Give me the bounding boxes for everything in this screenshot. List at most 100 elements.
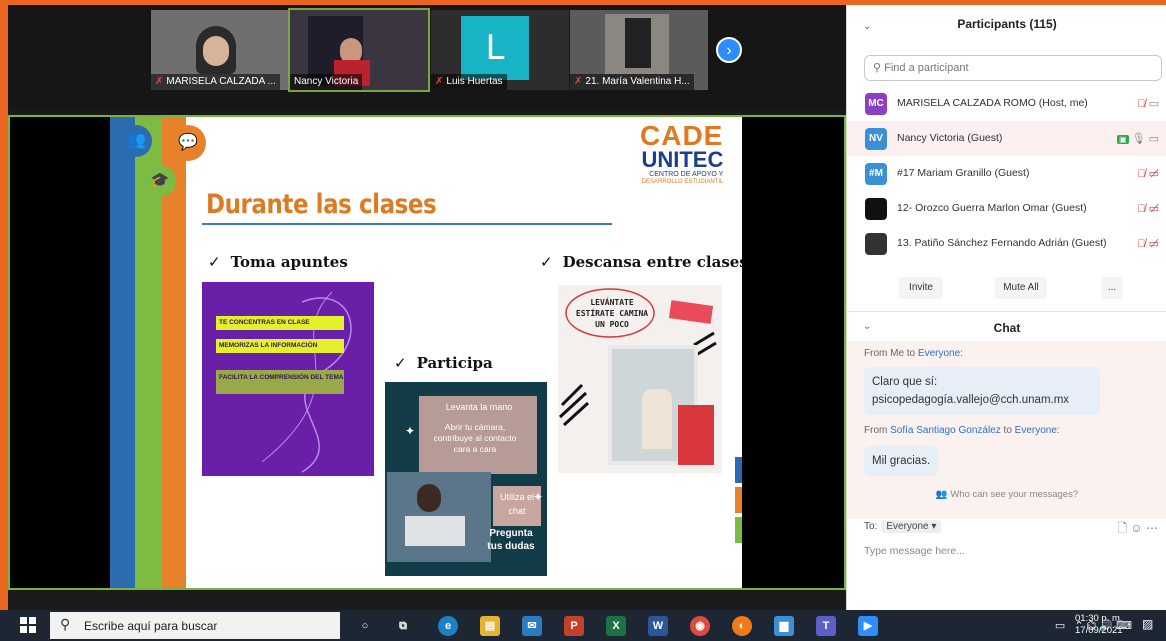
logo-subtitle: CENTRO DE APOYO Y xyxy=(649,171,724,178)
video-area: ✗ MARISELA CALZADA ... Nancy Victoria L ✗… xyxy=(8,5,846,610)
excel-icon[interactable]: X xyxy=(606,616,626,636)
mic-muted-icon: 🎙̸ xyxy=(1137,238,1146,250)
video-strip: ✗ MARISELA CALZADA ... Nancy Victoria L ✗… xyxy=(8,5,846,110)
windows-taskbar: ⚲ Escribe aquí para buscar ○ ⧉ e ▤ ✉ P X… xyxy=(0,610,1166,641)
message-header: From Sofía Santiago González to Everyone… xyxy=(864,425,1060,436)
sparkle-icon: ✦ xyxy=(533,490,544,504)
participant-name: 13. Patiño Sánchez Fernando Adrián (Gues… xyxy=(897,237,1107,249)
clock-date: 17/09/2021 xyxy=(1075,625,1123,636)
participant-face xyxy=(203,36,229,66)
highlight-1: TE CONCENTRAS EN CLASE xyxy=(216,316,344,330)
store-icon[interactable]: ▤ xyxy=(480,616,500,636)
chrome-icon[interactable]: ◉ xyxy=(690,616,710,636)
edge-icon[interactable]: e xyxy=(438,616,458,636)
file-explorer-icon[interactable]: ▆ xyxy=(774,616,794,636)
avatar-initial: L xyxy=(461,16,529,80)
who-can-see-link[interactable]: 👥 Who can see your messages? xyxy=(847,489,1166,500)
slide-title: Durante las clases xyxy=(206,189,437,220)
participant-status: 🎙̸ ▭ xyxy=(1137,97,1159,110)
more-icon[interactable]: ⋯ xyxy=(1146,521,1158,535)
participant-search-input[interactable]: ⚲ Find a participant xyxy=(864,55,1162,81)
screen-share: 👥 💬 🎓 CADE UNITEC CENTRO DE APOYO Y DESA… xyxy=(8,115,846,590)
graduation-cap-icon: 🎓 xyxy=(144,165,176,197)
mail-icon[interactable]: ✉ xyxy=(522,616,542,636)
screen-share-icon: ▣ xyxy=(1116,135,1129,144)
participant-name: Nancy Victoria (Guest) xyxy=(897,132,1003,144)
logo-unitec: UNITEC xyxy=(641,147,724,172)
video-thumb-marisela[interactable]: ✗ MARISELA CALZADA ... xyxy=(151,10,289,90)
participant-status: 🎙̸ ▭̸ xyxy=(1137,167,1159,180)
photo-person xyxy=(417,484,441,512)
video-off-icon: ▭̸ xyxy=(1148,238,1159,250)
mic-muted-icon: 🎙̸ xyxy=(1137,168,1146,180)
bullet-descansa: ✓ Descansa entre clases xyxy=(540,253,742,271)
firefox-icon[interactable]: ◐ xyxy=(732,616,752,636)
bullet-toma-apuntes: ✓ Toma apuntes xyxy=(208,253,348,271)
mic-muted-icon: ✗ xyxy=(574,76,583,87)
red-shape xyxy=(678,405,714,465)
chat-title: Chat xyxy=(993,321,1021,335)
battery-icon[interactable]: ▭ xyxy=(1055,620,1065,632)
logo-subtitle-2: DESARROLLO ESTUDIANTIL xyxy=(641,179,724,185)
logo-cade: CADE xyxy=(640,120,724,151)
photo-laptop xyxy=(405,516,465,546)
video-thumb-maria[interactable]: ✗ 21. María Valentina H... xyxy=(570,10,708,90)
search-icon: ⚲ xyxy=(873,62,885,74)
stretching-person xyxy=(642,389,672,449)
chat-tools: 🗋 ☺ ⋯ xyxy=(1117,519,1158,540)
zoom-icon[interactable]: ▶ xyxy=(858,616,878,636)
recipient-select[interactable]: Everyone ▾ xyxy=(881,520,942,533)
file-icon[interactable]: 🗋 xyxy=(1117,521,1127,535)
participant-row[interactable]: #M #17 Mariam Granillo (Guest) 🎙̸ ▭̸ xyxy=(847,156,1166,191)
edge-mark-blue xyxy=(735,457,742,483)
taskbar-clock[interactable]: 01:30 p. m. 17/09/2021 xyxy=(1075,613,1123,637)
mic-muted-icon: 🎙̸ xyxy=(1137,98,1146,110)
chat-bubble-icon: 💬 xyxy=(170,125,206,161)
edge-mark-green xyxy=(735,517,742,543)
chat-input[interactable]: Type message here... xyxy=(864,545,965,557)
participant-row[interactable]: 12- Orozco Guerra Marlon Omar (Guest) 🎙̸… xyxy=(847,191,1166,226)
windows-start-icon[interactable] xyxy=(20,617,36,633)
avatar xyxy=(865,233,887,255)
participant-row[interactable]: 13. Patiño Sánchez Fernando Adrián (Gues… xyxy=(847,226,1166,261)
student-laptop-photo xyxy=(387,472,491,562)
video-thumb-nancy[interactable]: Nancy Victoria xyxy=(288,8,430,92)
avatar: NV xyxy=(865,128,887,150)
participant-row[interactable]: NV Nancy Victoria (Guest) ▣ 🎙 ▭ xyxy=(847,121,1166,156)
search-icon: ⚲ xyxy=(60,616,71,632)
powerpoint-icon[interactable]: P xyxy=(564,616,584,636)
video-thumb-luis[interactable]: L ✗ Luis Huertas xyxy=(431,10,569,90)
tip-levanta: Levanta la mano xyxy=(445,402,513,412)
notifications-icon[interactable]: ▨ xyxy=(1142,617,1158,633)
tip-pregunta: Pregunta tus dudas xyxy=(487,528,535,552)
avatar: #M xyxy=(865,163,887,185)
bullet-participa: ✓ Participa xyxy=(394,354,493,372)
next-page-icon[interactable]: › xyxy=(716,37,742,63)
word-icon[interactable]: W xyxy=(648,616,668,636)
people-icon: 👥 xyxy=(935,489,951,500)
chat-message-bubble: Mil gracias. xyxy=(864,446,939,476)
mute-all-button[interactable]: Mute All xyxy=(995,277,1047,299)
participant-figure xyxy=(625,18,651,68)
avatar xyxy=(865,198,887,220)
tip-abrir: Abrir tu cámara, contribuye al contacto … xyxy=(433,422,517,454)
task-view-icon[interactable]: ⧉ xyxy=(393,616,413,636)
slide-stripe-blue xyxy=(110,117,135,588)
participant-name: #17 Mariam Granillo (Guest) xyxy=(897,167,1030,179)
recipient-row: To: Everyone ▾ xyxy=(864,520,942,533)
mic-muted-icon: ✗ xyxy=(435,76,444,87)
break-graphic: LEVÁNTATE ESTÍRATE CAMINA UN POCO xyxy=(558,285,722,473)
taskbar-search[interactable]: ⚲ Escribe aquí para buscar xyxy=(50,612,340,639)
participant-row[interactable]: MC MARISELA CALZADA ROMO (Host, me) 🎙̸ ▭ xyxy=(847,86,1166,121)
mic-icon: 🎙 xyxy=(1131,133,1146,145)
avatar: MC xyxy=(865,93,887,115)
invite-button[interactable]: Invite xyxy=(899,277,943,299)
cortana-icon[interactable]: ○ xyxy=(355,616,375,636)
teams-icon[interactable]: T xyxy=(816,616,836,636)
mic-muted-icon: 🎙̸ xyxy=(1137,203,1146,215)
more-options-button[interactable]: ... xyxy=(1101,277,1123,299)
participant-name: MARISELA CALZADA ROMO (Host, me) xyxy=(897,97,1088,109)
check-icon: ✓ xyxy=(208,253,221,271)
emoji-icon[interactable]: ☺ xyxy=(1130,521,1142,535)
message-line: psicopedagogía.vallejo@cch.unam.mx xyxy=(872,394,1070,406)
